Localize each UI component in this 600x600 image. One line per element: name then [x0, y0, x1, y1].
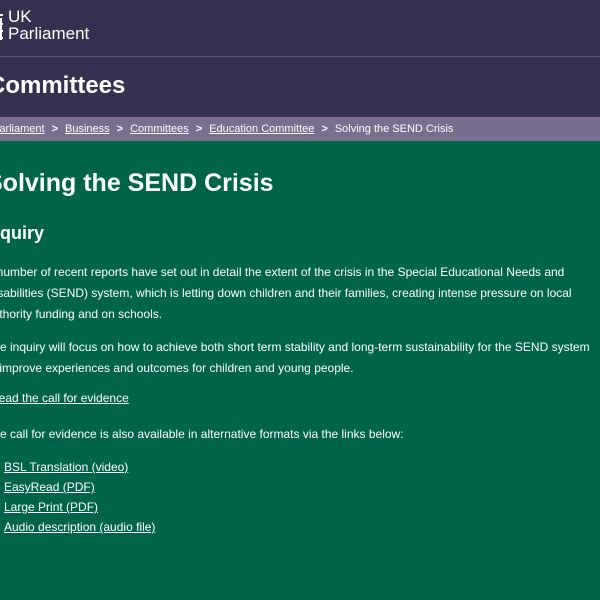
list-item: Large Print (PDF)	[4, 497, 155, 517]
portcullis-icon	[0, 14, 3, 40]
list-item: BSL Translation (video)	[4, 457, 155, 477]
parliament-logo[interactable]: UK Parliament	[0, 8, 89, 48]
format-link-easyread[interactable]: EasyRead (PDF)	[4, 480, 95, 494]
logo-line-uk: UK	[8, 7, 32, 26]
intro-paragraph: A number of recent reports have set out …	[0, 265, 572, 321]
breadcrumb-separator: >	[195, 123, 203, 135]
breadcrumb-parliament[interactable]: Parliament	[0, 123, 45, 135]
breadcrumb-separator: >	[321, 123, 328, 135]
section-title: Inquiry	[0, 223, 45, 243]
formats-intro-paragraph: The call for evidence is also available …	[0, 427, 404, 441]
page-title: Solving the SEND Crisis	[0, 169, 274, 197]
breadcrumb-education-committee[interactable]: Education Committee	[209, 123, 314, 135]
breadcrumb-committees[interactable]: Committees	[130, 123, 189, 135]
read-call-for-evidence-link[interactable]: Read the call for evidence	[0, 391, 129, 405]
format-link-large-print[interactable]: Large Print (PDF)	[4, 500, 98, 514]
formats-list: BSL Translation (video) EasyRead (PDF) L…	[4, 457, 155, 537]
site-header: UK Parliament	[0, 0, 600, 57]
breadcrumb-business[interactable]: Business	[65, 123, 110, 135]
list-item: EasyRead (PDF)	[4, 477, 155, 497]
focus-paragraph: The inquiry will focus on how to achieve…	[0, 340, 590, 375]
list-item: Audio description (audio file)	[4, 517, 155, 537]
logo-line-parliament: Parliament	[8, 24, 90, 43]
section-band: Committees	[0, 57, 600, 117]
logo-text: UK Parliament	[8, 8, 89, 42]
format-link-audio-description[interactable]: Audio description (audio file)	[4, 520, 155, 534]
breadcrumb-current: Solving the SEND Crisis	[334, 123, 454, 135]
section-band-title: Committees	[0, 72, 126, 99]
breadcrumb: Parliament > Business > Committees > Edu…	[0, 117, 600, 141]
breadcrumb-separator: >	[116, 123, 124, 135]
breadcrumb-separator: >	[51, 123, 59, 135]
format-link-bsl[interactable]: BSL Translation (video)	[4, 460, 128, 474]
